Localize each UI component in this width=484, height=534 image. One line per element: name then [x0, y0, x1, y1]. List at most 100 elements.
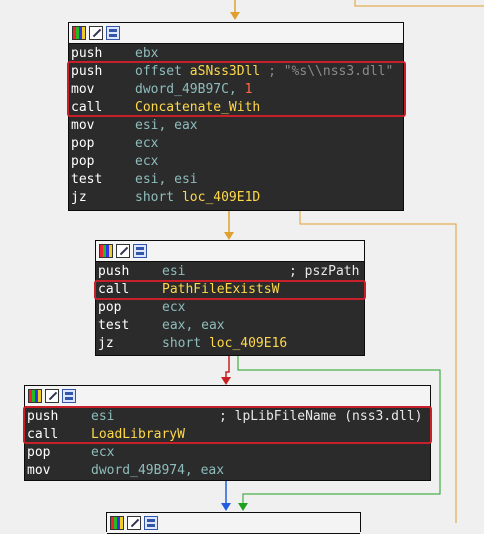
- instruction-row[interactable]: pop ecx: [69, 153, 403, 171]
- symbol-name: PathFileExistsW: [162, 282, 280, 297]
- graph-view-icon[interactable]: [144, 516, 158, 530]
- operand-text: dword_49B97C,: [135, 82, 245, 97]
- mnemonic: test: [71, 172, 103, 187]
- mnemonic: push: [71, 64, 103, 79]
- instruction-row[interactable]: push ebx: [69, 45, 403, 63]
- immediate-value: 1: [244, 82, 253, 97]
- graph-view-icon[interactable]: [133, 244, 147, 258]
- color-palette-icon[interactable]: [72, 26, 86, 40]
- operand-text: ecx: [91, 445, 115, 460]
- operand: dword_49B97C, 1: [135, 81, 252, 99]
- symbol-name: LoadLibraryW: [91, 427, 185, 442]
- operand-text: eax, eax: [162, 318, 225, 333]
- operand: esi: [162, 263, 185, 281]
- operand: LoadLibraryW: [91, 426, 185, 444]
- operand: esi, esi: [135, 171, 198, 189]
- code-block-1[interactable]: push ebx push offset aSNss3Dll ; "%s\\nss3.…: [68, 22, 404, 211]
- operand-text: ecx: [135, 136, 159, 151]
- edge-block2-to-block3-arrow: [221, 377, 231, 385]
- operand-keyword: short: [135, 190, 182, 205]
- operand-text: dword_49B974, eax: [91, 463, 225, 478]
- code-block-2[interactable]: push esi ; pszPath call PathFileExistsW pop ec…: [95, 240, 365, 356]
- instruction-row[interactable]: test eax, eax: [96, 317, 364, 335]
- operand: eax, eax: [162, 317, 225, 335]
- block-header: [107, 513, 360, 534]
- symbol-name: loc_409E16: [208, 336, 288, 351]
- instruction-row[interactable]: mov dword_49B974, eax: [25, 462, 430, 480]
- operand: short loc_409E16: [162, 335, 287, 353]
- edit-icon[interactable]: [89, 26, 103, 40]
- code-block-4[interactable]: [106, 512, 361, 534]
- comment: ; lpLibFileName (nss3.dll): [219, 409, 423, 424]
- instruction-row[interactable]: push offset aSNss3Dll ; "%s\\nss3.dll": [69, 63, 403, 81]
- operand: ecx: [91, 444, 114, 462]
- block-header: [69, 23, 403, 44]
- mnemonic: call: [27, 427, 59, 442]
- edge-top-entry-arrow: [230, 12, 240, 20]
- edit-icon[interactable]: [116, 244, 130, 258]
- code-block-3[interactable]: push esi ; lpLibFileName (nss3.dll) call Loa…: [24, 385, 431, 481]
- edge-block2-branch-arrow: [238, 503, 248, 511]
- mnemonic: pop: [98, 300, 122, 315]
- operand-text: esi: [91, 409, 115, 424]
- operand: dword_49B974, eax: [91, 462, 224, 480]
- mnemonic: push: [98, 264, 130, 279]
- instruction-row[interactable]: call Concatenate_With: [69, 99, 403, 117]
- color-palette-icon[interactable]: [99, 244, 113, 258]
- instruction-row[interactable]: pop ecx: [69, 135, 403, 153]
- mnemonic: jz: [71, 190, 87, 205]
- instruction-row[interactable]: jz short loc_409E16: [96, 335, 364, 353]
- operand-text: esi: [162, 264, 186, 279]
- edge-block2-to-block3: [225, 356, 230, 378]
- instruction-row[interactable]: pop ecx: [96, 299, 364, 317]
- edit-icon[interactable]: [45, 389, 59, 403]
- operand: PathFileExistsW: [162, 281, 279, 299]
- mnemonic: pop: [27, 445, 51, 460]
- operand-text: esi, eax: [135, 118, 198, 133]
- operand: ecx: [162, 299, 185, 317]
- color-palette-icon[interactable]: [28, 389, 42, 403]
- operand: short loc_409E1D: [135, 189, 260, 207]
- mnemonic: call: [71, 100, 103, 115]
- operand-text: esi, esi: [135, 172, 198, 187]
- instruction-row[interactable]: mov dword_49B97C, 1: [69, 81, 403, 99]
- operand-keyword: offset: [135, 64, 190, 79]
- mnemonic: mov: [27, 463, 51, 478]
- edge-block1-to-block2-arrow: [224, 232, 234, 240]
- graph-view-icon[interactable]: [62, 389, 76, 403]
- instruction-row[interactable]: call LoadLibraryW: [25, 426, 430, 444]
- operand-text: ecx: [162, 300, 186, 315]
- instruction-row[interactable]: mov esi, eax: [69, 117, 403, 135]
- operand-text: ecx: [135, 154, 159, 169]
- mnemonic: push: [71, 46, 103, 61]
- instruction-row[interactable]: pop ecx: [25, 444, 430, 462]
- edit-icon[interactable]: [127, 516, 141, 530]
- color-palette-icon[interactable]: [110, 516, 124, 530]
- mnemonic: pop: [71, 154, 95, 169]
- mnemonic: mov: [71, 82, 95, 97]
- edge-top-right: [354, 0, 484, 7]
- block-header: [96, 241, 364, 262]
- mnemonic: push: [27, 409, 59, 424]
- instruction-row[interactable]: call PathFileExistsW: [96, 281, 364, 299]
- symbol-name: loc_409E1D: [181, 190, 261, 205]
- operand: Concatenate_With: [135, 99, 260, 117]
- symbol-name: Concatenate_With: [135, 100, 261, 115]
- instruction-row[interactable]: push esi ; pszPath: [96, 263, 364, 281]
- operand: esi: [91, 408, 114, 426]
- symbol-name: aSNss3Dll: [189, 64, 261, 79]
- mnemonic: mov: [71, 118, 95, 133]
- instruction-row[interactable]: push esi ; lpLibFileName (nss3.dll): [25, 408, 430, 426]
- edge-block3-down-arrow: [221, 503, 231, 511]
- operand: ecx: [135, 153, 158, 171]
- block-header: [25, 386, 430, 407]
- comment: ; pszPath: [289, 264, 360, 279]
- mnemonic: test: [98, 318, 130, 333]
- operand: ecx: [135, 135, 158, 153]
- mnemonic: call: [98, 282, 130, 297]
- operand-text: ebx: [135, 46, 159, 61]
- instruction-row[interactable]: test esi, esi: [69, 171, 403, 189]
- mnemonic: pop: [71, 136, 95, 151]
- graph-view-icon[interactable]: [106, 26, 120, 40]
- instruction-row[interactable]: jz short loc_409E1D: [69, 189, 403, 207]
